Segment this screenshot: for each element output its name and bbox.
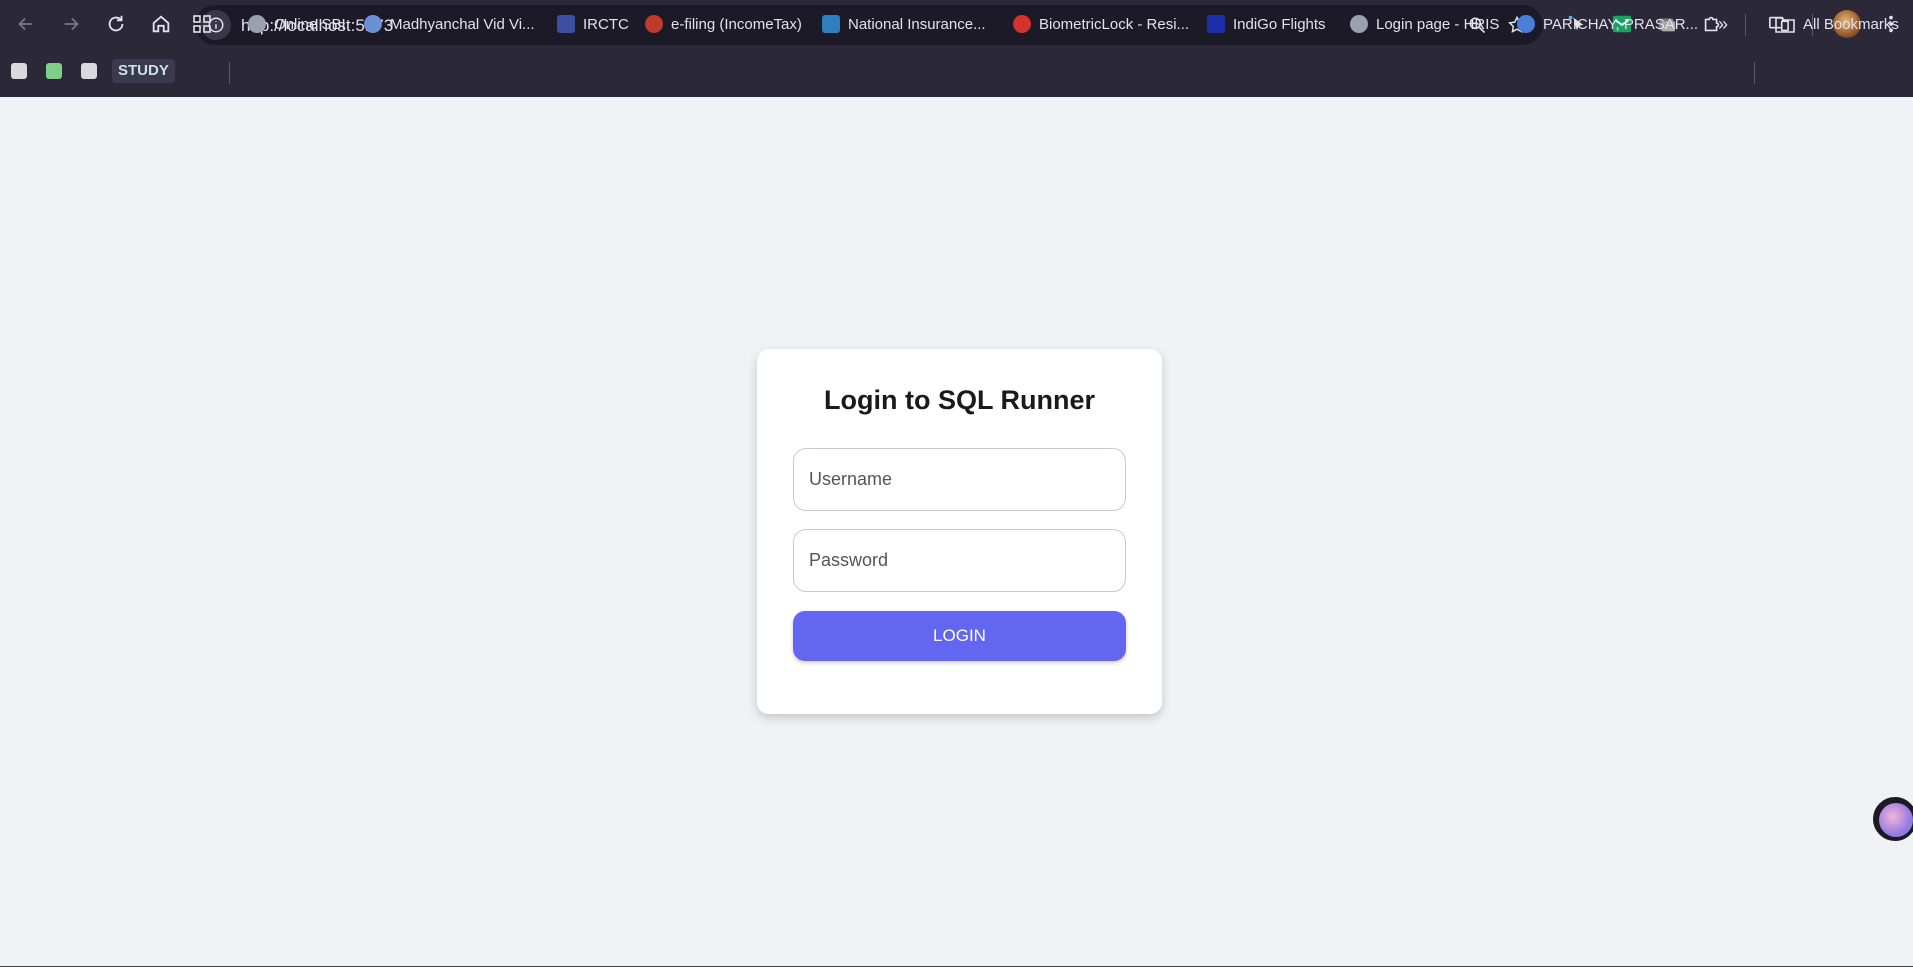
bookmark-label: Madhyanchal Vid Vi... bbox=[390, 15, 535, 33]
bookmarks-bar bbox=[0, 50, 1913, 97]
bookmark-app-icon[interactable] bbox=[11, 63, 27, 79]
bookmark-label: IRCTC bbox=[583, 15, 629, 33]
login-card: Login to SQL Runner LOGIN bbox=[757, 349, 1162, 714]
favicon-icon bbox=[822, 15, 840, 33]
toolbar-divider bbox=[1745, 14, 1746, 36]
grid-icon bbox=[193, 15, 211, 33]
arrow-right-icon bbox=[64, 17, 79, 31]
back-button[interactable] bbox=[10, 8, 42, 40]
assistant-floating-button[interactable] bbox=[1873, 797, 1913, 841]
bookmark-online-sbi[interactable]: Online SBI bbox=[248, 12, 346, 36]
password-input[interactable] bbox=[793, 529, 1126, 592]
all-bookmarks-button[interactable]: All Bookmarks bbox=[1775, 12, 1899, 36]
login-title: Login to SQL Runner bbox=[824, 385, 1095, 415]
bookmark-indigo[interactable]: IndiGo Flights bbox=[1207, 12, 1326, 36]
browser-chrome: http://localhost:5173 STUDY Online SBI M… bbox=[0, 0, 1913, 97]
apps-grid-button[interactable] bbox=[192, 12, 212, 36]
favicon-icon bbox=[1013, 15, 1031, 33]
bookmarks-divider bbox=[229, 62, 230, 84]
favicon-icon bbox=[364, 15, 382, 33]
assistant-avatar-icon bbox=[1879, 803, 1913, 837]
reload-icon bbox=[108, 15, 124, 32]
bookmark-efiling[interactable]: e-filing (IncomeTax) bbox=[645, 12, 802, 36]
home-icon bbox=[152, 15, 170, 33]
bookmark-parichay[interactable]: PARICHAY, PRASAR... bbox=[1517, 12, 1698, 36]
forward-button[interactable] bbox=[55, 8, 87, 40]
username-input[interactable] bbox=[793, 448, 1126, 511]
bookmark-label: Online SBI bbox=[274, 15, 346, 33]
bookmark-folder-study[interactable]: STUDY bbox=[112, 59, 175, 83]
bookmark-hris[interactable]: Login page - HRIS bbox=[1350, 12, 1499, 36]
reload-button[interactable] bbox=[100, 8, 132, 40]
bookmark-label: Login page - HRIS bbox=[1376, 15, 1500, 33]
bookmark-app-icon[interactable] bbox=[46, 63, 62, 79]
home-button[interactable] bbox=[145, 8, 177, 40]
login-button[interactable]: LOGIN bbox=[793, 611, 1126, 661]
bookmark-label: National Insurance... bbox=[848, 15, 986, 33]
favicon-icon bbox=[557, 15, 575, 33]
bookmark-irctc[interactable]: IRCTC bbox=[557, 12, 629, 36]
bookmarks-overflow-button[interactable]: » bbox=[1718, 12, 1728, 36]
bookmark-app-icon[interactable] bbox=[81, 63, 97, 79]
favicon-icon bbox=[1517, 15, 1535, 33]
all-bookmarks-label: All Bookmarks bbox=[1803, 15, 1899, 33]
bookmark-madhyanchal[interactable]: Madhyanchal Vid Vi... bbox=[364, 12, 535, 36]
bookmark-biometriclock[interactable]: BiometricLock - Resi... bbox=[1013, 12, 1189, 36]
globe-icon bbox=[1350, 15, 1368, 33]
bookmark-label: IndiGo Flights bbox=[1233, 15, 1326, 33]
plane-icon bbox=[1207, 15, 1225, 33]
bookmark-label: BiometricLock - Resi... bbox=[1039, 15, 1190, 33]
arrow-left-icon bbox=[18, 17, 33, 31]
folder-icon bbox=[1775, 17, 1795, 33]
globe-icon bbox=[248, 15, 266, 33]
favicon-icon bbox=[645, 15, 663, 33]
bookmark-label: e-filing (IncomeTax) bbox=[671, 15, 802, 33]
bookmarks-divider bbox=[1754, 62, 1755, 84]
bookmark-national-insurance[interactable]: National Insurance... bbox=[822, 12, 986, 36]
bookmark-label: PARICHAY, PRASAR... bbox=[1543, 15, 1699, 33]
